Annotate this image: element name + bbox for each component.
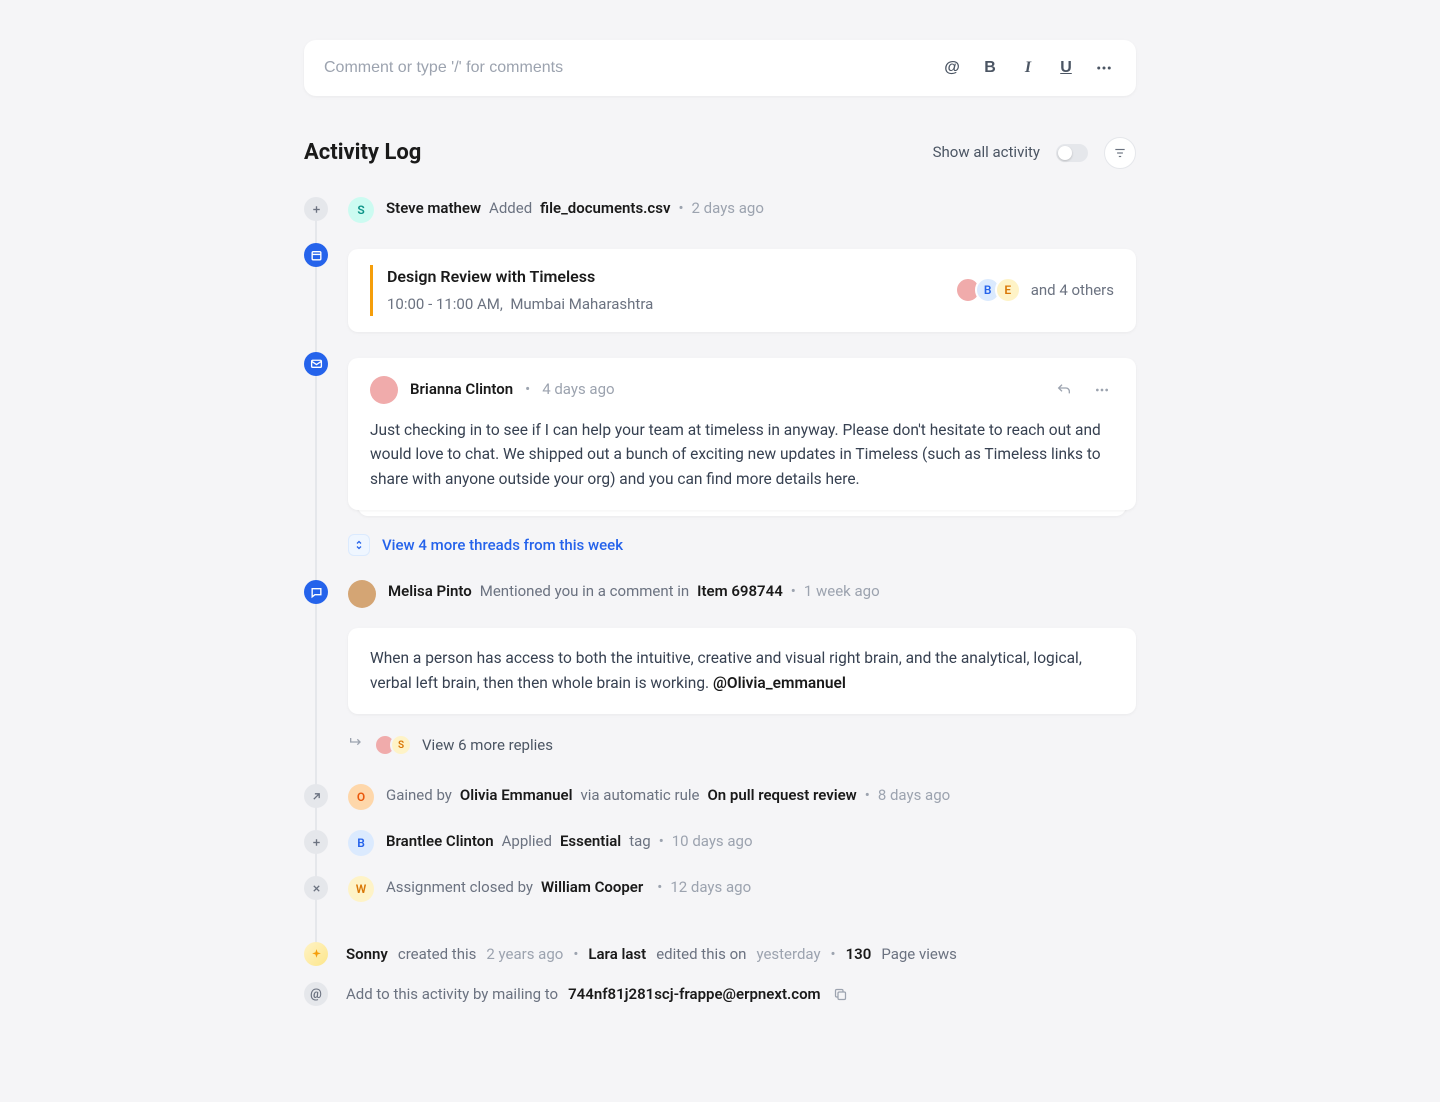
plus-icon [304, 830, 328, 854]
plus-icon [304, 197, 328, 221]
header-controls: Show all activity [933, 137, 1136, 169]
edited-action: edited this on [656, 943, 746, 966]
comment-composer: @ B I U [304, 40, 1136, 96]
mailto-email: 744nf81j281scj-frappe@erpnext.com [568, 983, 820, 1006]
separator: • [657, 876, 662, 899]
message-card: Brianna Clinton • 4 days ago Just checki… [348, 358, 1136, 510]
created-user: Sonny [346, 943, 388, 966]
tag-name: Essential [560, 830, 621, 853]
avatar [370, 376, 398, 404]
separator: • [659, 830, 664, 853]
user-name: Brantlee Clinton [386, 830, 494, 853]
footer-meta: Sonny created this 2 years ago • Lara la… [304, 942, 1136, 966]
mid-text: via automatic rule [581, 784, 700, 807]
mention-icon[interactable]: @ [940, 56, 964, 80]
action-text: Added [489, 197, 532, 220]
more-icon[interactable] [1092, 56, 1116, 80]
event-title: Design Review with Timeless [387, 265, 653, 289]
activity-item-tag: B Brantlee Clinton Applied Essential tag… [304, 830, 1136, 856]
copy-icon[interactable] [831, 984, 851, 1004]
edited-timestamp: yesterday [756, 943, 820, 966]
calendar-icon [304, 243, 328, 267]
avatar: W [348, 876, 374, 902]
user-name: Melisa Pinto [388, 580, 472, 603]
mention-quote-card: When a person has access to both the int… [348, 628, 1136, 714]
target-file[interactable]: file_documents.csv [540, 197, 670, 220]
separator: • [678, 197, 683, 220]
avatar: S [390, 734, 412, 756]
filter-icon[interactable] [1104, 137, 1136, 169]
event-meta: 10:00 - 11:00 AM, Mumbai Maharashtra [387, 293, 653, 316]
reply-icon[interactable] [1052, 378, 1076, 402]
timestamp: 1 week ago [804, 580, 880, 603]
footer-mailto: @ Add to this activity by mailing to 744… [304, 982, 1136, 1006]
close-icon [304, 876, 328, 900]
activity-header: Activity Log Show all activity [304, 136, 1136, 169]
action-text: Applied [502, 830, 552, 853]
timestamp: 12 days ago [670, 876, 751, 899]
activity-item-mention: Melisa Pinto Mentioned you in a comment … [304, 580, 1136, 608]
timestamp: 2 days ago [692, 197, 764, 220]
at-icon: @ [304, 982, 328, 1006]
user-name: Steve mathew [386, 197, 481, 220]
expand-link[interactable]: View 4 more threads from this week [382, 534, 623, 557]
italic-icon[interactable]: I [1016, 56, 1040, 80]
separator: • [831, 943, 836, 966]
separator: • [865, 784, 870, 807]
chat-icon [304, 580, 328, 604]
show-all-toggle[interactable] [1056, 144, 1088, 162]
separator: • [525, 378, 530, 401]
at-mention[interactable]: @Olivia_emmanuel [713, 674, 846, 692]
more-icon[interactable] [1090, 378, 1114, 402]
timestamp: 10 days ago [672, 830, 753, 853]
avatar: B [348, 830, 374, 856]
comment-input[interactable] [324, 59, 940, 77]
target-item[interactable]: Item 698744 [697, 580, 783, 603]
view-replies[interactable]: S View 6 more replies [348, 734, 1136, 757]
mail-icon [304, 352, 328, 376]
suffix-text: tag [629, 830, 651, 853]
avatar [348, 580, 376, 608]
comment-body: Just checking in to see if I can help yo… [370, 418, 1114, 492]
chevron-updown-icon [348, 534, 370, 556]
avatar: S [348, 197, 374, 223]
comment-toolbar: @ B I U [940, 56, 1116, 80]
views-label: Page views [881, 943, 957, 966]
timestamp: 8 days ago [878, 784, 950, 807]
reply-count[interactable]: View 6 more replies [422, 734, 553, 757]
reply-arrow-icon [348, 734, 364, 757]
attendees-more: and 4 others [1031, 279, 1114, 302]
separator: • [791, 580, 796, 603]
user-name: Olivia Emmanuel [460, 784, 573, 807]
expand-threads[interactable]: View 4 more threads from this week [348, 534, 1136, 557]
event-card[interactable]: Design Review with Timeless 10:00 - 11:0… [348, 249, 1136, 332]
activity-item-gained: O Gained by Olivia Emmanuel via automati… [304, 784, 1136, 810]
comment-author: Brianna Clinton [410, 378, 513, 401]
timestamp: 4 days ago [542, 378, 614, 401]
separator: • [573, 943, 578, 966]
target-rule: On pull request review [707, 784, 856, 807]
attendees: B E and 4 others [955, 277, 1114, 303]
avatar: O [348, 784, 374, 810]
sparkle-icon [304, 942, 328, 966]
activity-item-closed: W Assignment closed by William Cooper • … [304, 876, 1136, 902]
prefix-text: Gained by [386, 784, 452, 807]
action-text: Mentioned you in a comment in [480, 580, 689, 603]
page-title: Activity Log [304, 136, 421, 169]
views-count: 130 [846, 943, 872, 966]
edited-user: Lara last [588, 943, 646, 966]
bold-icon[interactable]: B [978, 56, 1002, 80]
quote-body: When a person has access to both the int… [370, 646, 1114, 696]
created-timestamp: 2 years ago [486, 943, 563, 966]
arrow-up-right-icon [304, 784, 328, 808]
mailto-prefix: Add to this activity by mailing to [346, 983, 558, 1006]
activity-item-added: S Steve mathew Added file_documents.csv … [304, 197, 1136, 223]
user-name: William Cooper [541, 876, 643, 899]
prefix-text: Assignment closed by [386, 876, 533, 899]
created-action: created this [398, 943, 477, 966]
avatar: E [995, 277, 1021, 303]
activity-timeline: S Steve mathew Added file_documents.csv … [304, 197, 1136, 1006]
underline-icon[interactable]: U [1054, 56, 1078, 80]
show-all-label: Show all activity [933, 141, 1040, 164]
